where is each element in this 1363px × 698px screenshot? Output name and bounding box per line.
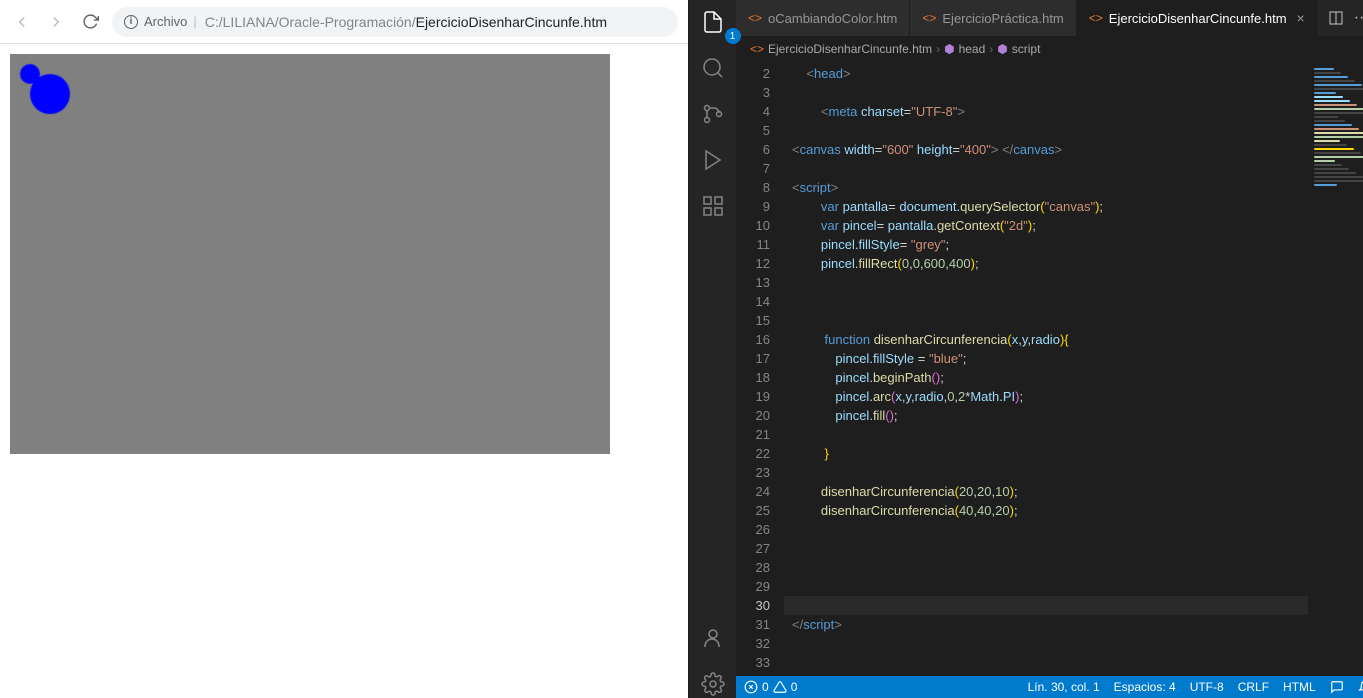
browser-viewport: [0, 44, 688, 464]
html-file-icon: <>: [922, 11, 936, 25]
tab-ejerciciodisenhar[interactable]: <> EjercicioDisenharCincunfe.htm ×: [1077, 0, 1318, 36]
code-content[interactable]: <head> <meta charset="UTF-8"> <canvas wi…: [784, 62, 1308, 676]
breadcrumb-file: EjercicioDisenharCincunfe.htm: [768, 42, 932, 56]
canvas-output: [10, 54, 610, 454]
breadcrumb-item: head: [959, 42, 986, 56]
forward-button[interactable]: [44, 10, 68, 34]
status-eol[interactable]: CRLF: [1238, 680, 1269, 694]
tab-label: EjercicioPráctica.htm: [942, 11, 1063, 26]
tab-ocambiandocolor[interactable]: <> oCambiandoColor.htm: [736, 0, 910, 36]
tab-ejerciciopractica[interactable]: <> EjercicioPráctica.htm: [910, 0, 1076, 36]
site-info-label: Archivo: [144, 14, 187, 29]
explorer-badge: 1: [725, 28, 741, 44]
cube-icon: ⬢: [997, 42, 1007, 56]
accounts-icon[interactable]: [699, 624, 727, 652]
close-icon[interactable]: ×: [1297, 10, 1305, 26]
activity-bar: 1: [688, 0, 736, 698]
editor-area: <> oCambiandoColor.htm <> EjercicioPráct…: [736, 0, 1363, 698]
more-icon[interactable]: ···: [1354, 9, 1363, 27]
reload-button[interactable]: [78, 10, 102, 34]
breadcrumbs[interactable]: <> EjercicioDisenharCincunfe.htm › ⬢ hea…: [736, 36, 1363, 62]
html-file-icon: <>: [748, 11, 762, 25]
line-gutter: 2345678910111213141516171819202122232425…: [736, 62, 784, 676]
browser-window: i Archivo | C:/LILIANA/Oracle-Programaci…: [0, 0, 688, 698]
vscode-window: 1 <> oCambiandoColor.htm <>: [688, 0, 1363, 698]
source-control-icon[interactable]: [699, 100, 727, 128]
extensions-icon[interactable]: [699, 192, 727, 220]
run-debug-icon[interactable]: [699, 146, 727, 174]
tab-label: EjercicioDisenharCincunfe.htm: [1109, 11, 1287, 26]
html-file-icon: <>: [1089, 11, 1103, 25]
feedback-icon[interactable]: [1330, 680, 1344, 694]
status-lang[interactable]: HTML: [1283, 680, 1316, 694]
explorer-icon[interactable]: 1: [699, 8, 727, 36]
code-editor[interactable]: 2345678910111213141516171819202122232425…: [736, 62, 1363, 676]
back-button[interactable]: [10, 10, 34, 34]
status-spaces[interactable]: Espacios: 4: [1114, 680, 1176, 694]
status-bar: 0 0 Lín. 30, col. 1 Espacios: 4 UTF-8 CR…: [736, 676, 1363, 698]
info-icon: i: [124, 15, 138, 29]
address-bar[interactable]: i Archivo | C:/LILIANA/Oracle-Programaci…: [112, 7, 678, 37]
status-ln-col[interactable]: Lín. 30, col. 1: [1028, 680, 1100, 694]
cube-icon: ⬢: [944, 42, 954, 56]
breadcrumb-item: script: [1012, 42, 1041, 56]
notifications-icon[interactable]: [1358, 680, 1363, 694]
minimap[interactable]: [1308, 62, 1363, 676]
site-info[interactable]: i Archivo |: [124, 14, 197, 29]
search-icon[interactable]: [699, 54, 727, 82]
editor-tabs: <> oCambiandoColor.htm <> EjercicioPráct…: [736, 0, 1363, 36]
settings-icon[interactable]: [699, 670, 727, 698]
status-encoding[interactable]: UTF-8: [1190, 680, 1224, 694]
html-file-icon: <>: [750, 42, 764, 56]
split-editor-icon[interactable]: [1328, 10, 1344, 26]
browser-toolbar: i Archivo | C:/LILIANA/Oracle-Programaci…: [0, 0, 688, 44]
status-errors[interactable]: 0 0: [744, 680, 797, 694]
url-text: C:/LILIANA/Oracle-Programación/Ejercicio…: [205, 14, 607, 30]
tab-label: oCambiandoColor.htm: [768, 11, 897, 26]
